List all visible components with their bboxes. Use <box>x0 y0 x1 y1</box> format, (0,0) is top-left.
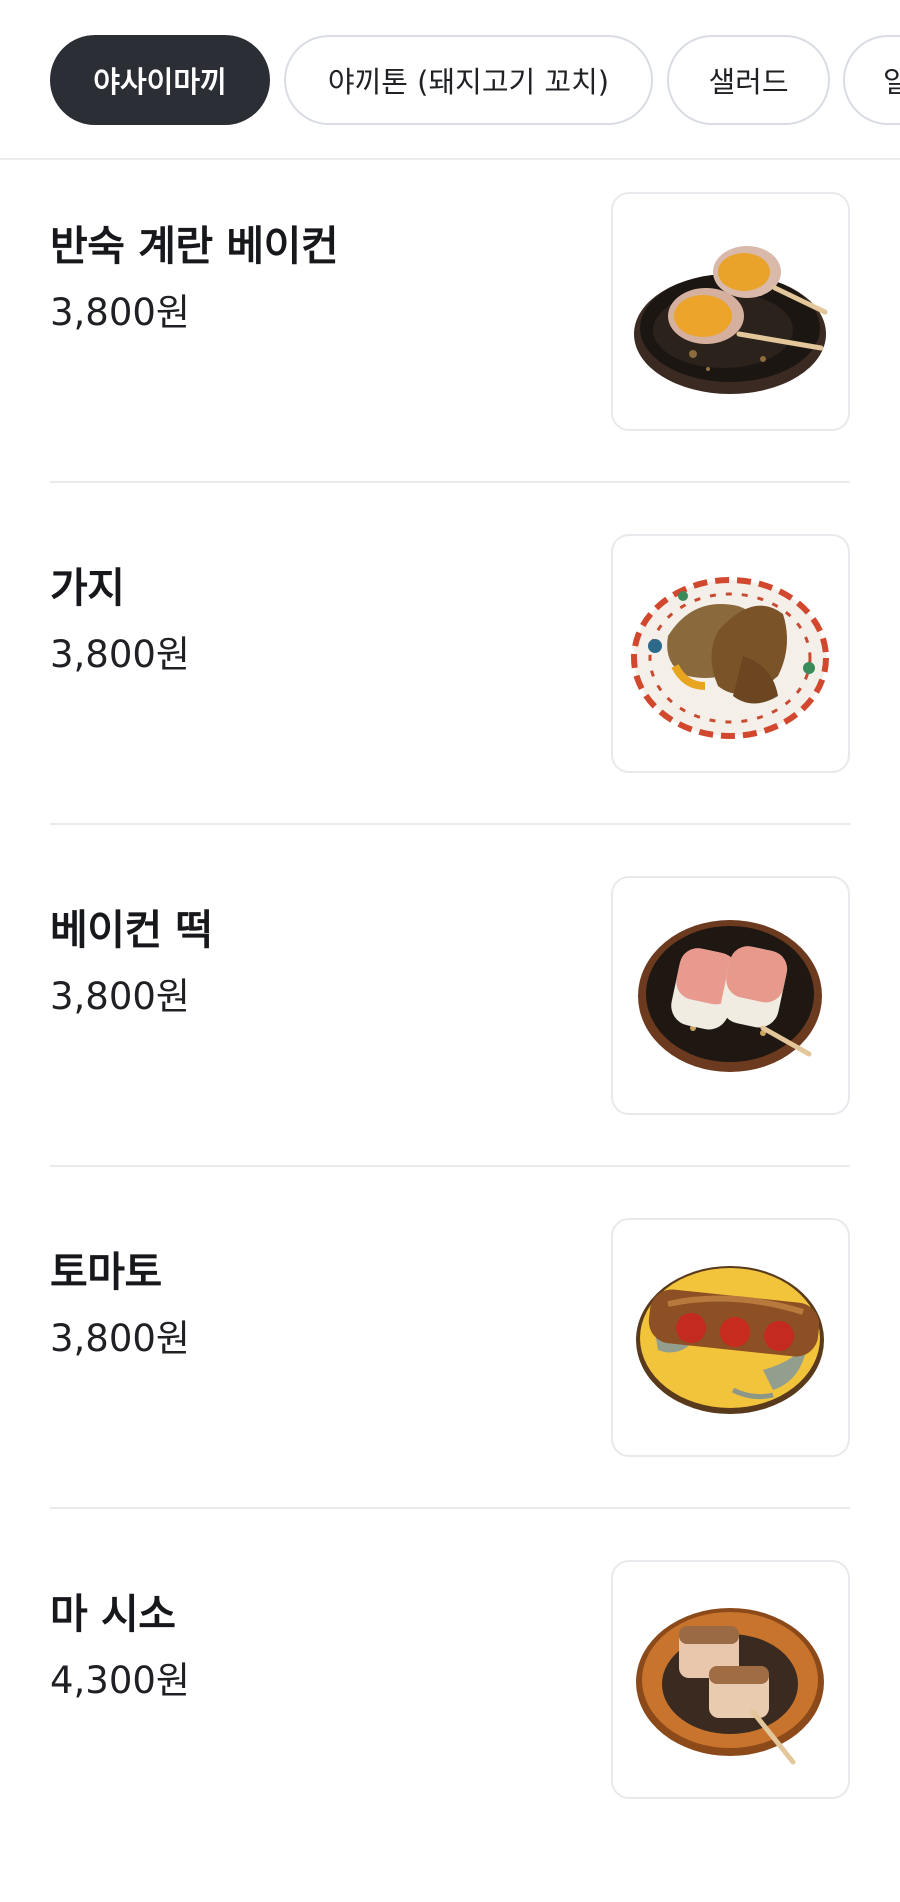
category-chip-salad[interactable]: 샐러드 <box>667 35 830 125</box>
menu-item-photo <box>611 534 850 773</box>
menu-item-price: 3,800원 <box>50 975 190 1018</box>
menu-item-photo <box>611 1560 850 1799</box>
menu-item[interactable]: 마 시소 4,300원 <box>50 1560 850 1902</box>
menu-item-name: 베이컨 떡 <box>50 906 213 954</box>
menu-item-photo <box>611 192 850 431</box>
divider <box>50 823 850 825</box>
divider <box>50 481 850 483</box>
divider <box>50 1165 850 1167</box>
category-chip-yakiton[interactable]: 야끼톤 (돼지고기 꼬치) <box>284 35 653 125</box>
category-chip-label: 야사이마끼 <box>93 65 227 99</box>
category-chip-label: 야끼톤 (돼지고기 꼬치) <box>327 65 610 99</box>
menu-item-price: 3,800원 <box>50 633 190 676</box>
menu-item-name: 반숙 계란 베이컨 <box>50 222 339 270</box>
menu-item-name: 마 시소 <box>50 1590 176 1638</box>
menu-item-price: 4,300원 <box>50 1659 190 1702</box>
bacon-rice-cake-skewer-photo <box>638 920 822 1072</box>
category-tab-bar: 야사이마끼 야끼톤 (돼지고기 꼬치) 샐러드 일 <box>0 0 900 160</box>
yam-shiso-skewer-photo <box>636 1608 824 1765</box>
category-chip-label: 샐러드 <box>708 65 789 99</box>
menu-item-price: 3,800원 <box>50 291 190 334</box>
divider <box>50 1507 850 1509</box>
menu-item-photo <box>611 876 850 1115</box>
menu-item-name: 토마토 <box>50 1248 162 1296</box>
category-chip-label: 일 <box>883 59 900 101</box>
category-chip-partial[interactable]: 일 <box>843 35 900 125</box>
category-chip-yasai-maki[interactable]: 야사이마끼 <box>50 35 270 125</box>
tomato-bacon-skewer-photo <box>636 1266 824 1414</box>
menu-item-price: 3,800원 <box>50 1317 190 1360</box>
menu-item-name: 가지 <box>50 564 125 612</box>
menu-item-photo <box>611 1218 850 1457</box>
soft-boiled-egg-bacon-skewer-photo <box>634 246 828 394</box>
eggplant-skewer-photo <box>631 577 829 739</box>
